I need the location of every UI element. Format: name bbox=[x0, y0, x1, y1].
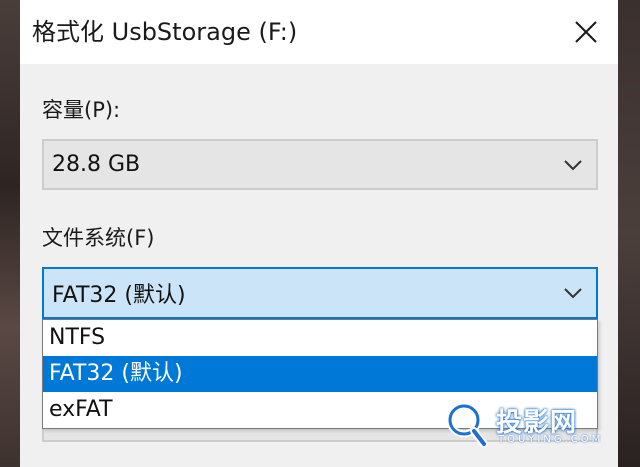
close-button[interactable] bbox=[554, 0, 618, 64]
capacity-label: 容量(P): bbox=[42, 98, 121, 122]
chevron-down-icon bbox=[564, 288, 582, 299]
desktop-background-right bbox=[618, 0, 640, 467]
file-system-option-fat32[interactable]: FAT32 (默认) bbox=[43, 356, 597, 392]
capacity-select[interactable]: 28.8 GB bbox=[42, 139, 598, 190]
format-dialog: 格式化 UsbStorage (F:) 容量(P): 28.8 GB 文件系统(… bbox=[20, 0, 618, 467]
file-system-label: 文件系统(F) bbox=[42, 226, 155, 250]
file-system-option-ntfs[interactable]: NTFS bbox=[43, 320, 597, 356]
window-title: 格式化 UsbStorage (F:) bbox=[32, 18, 298, 46]
capacity-value: 28.8 GB bbox=[52, 152, 141, 177]
watermark-subtext: TOUYING.COM bbox=[498, 434, 604, 445]
desktop-background-left bbox=[0, 0, 20, 467]
chevron-down-icon bbox=[564, 159, 582, 170]
watermark-search-icon bbox=[446, 402, 488, 448]
file-system-value: FAT32 (默认) bbox=[52, 283, 186, 308]
watermark-logo: 投影网 TOUYING.COM bbox=[444, 398, 614, 454]
close-icon bbox=[575, 21, 597, 43]
file-system-select[interactable]: FAT32 (默认) bbox=[42, 267, 598, 319]
title-bar: 格式化 UsbStorage (F:) bbox=[20, 0, 618, 64]
